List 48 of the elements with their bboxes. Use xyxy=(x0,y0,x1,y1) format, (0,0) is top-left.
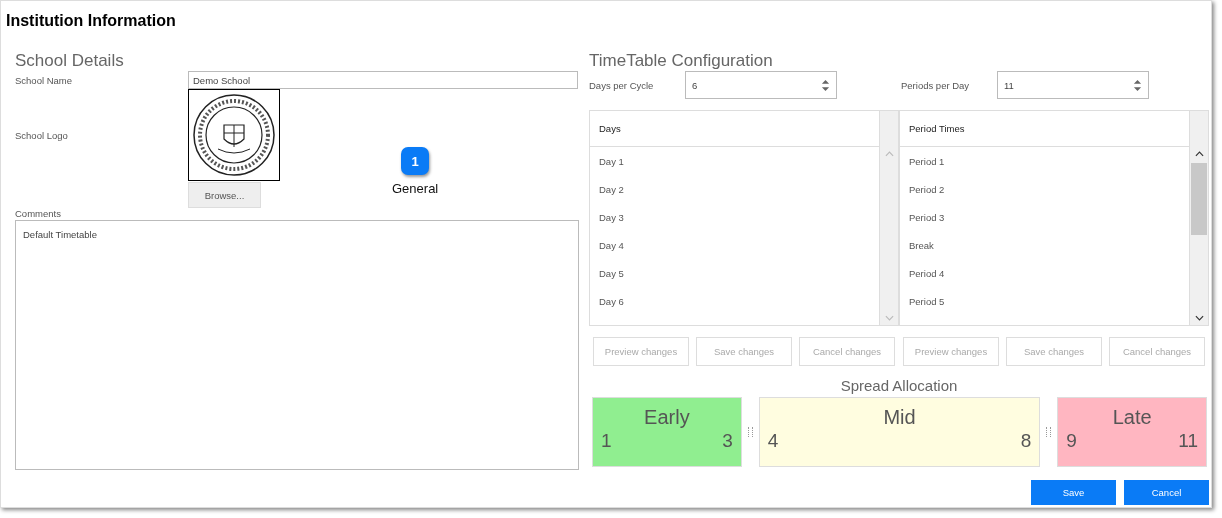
segment-end: 3 xyxy=(722,430,733,452)
spread-title: Spread Allocation xyxy=(839,377,959,394)
list-row[interactable]: Period 5 xyxy=(900,287,1189,315)
number-spinner[interactable]: 6 xyxy=(685,71,837,99)
section-heading: School Details xyxy=(15,51,125,71)
section-heading: TimeTable Configuration xyxy=(589,51,774,71)
field-label: School Logo xyxy=(15,130,69,141)
field-label: Days per Cycle xyxy=(589,79,655,91)
segment-label: Early xyxy=(643,406,691,429)
list-row[interactable]: Day 5 xyxy=(590,259,879,287)
comments-field[interactable]: Default Timetable xyxy=(15,220,579,470)
field-label: School Name xyxy=(15,74,74,86)
list-row[interactable]: Break xyxy=(900,231,1189,259)
list-row[interactable]: Day 3 xyxy=(590,203,879,231)
spinner-arrows-icon[interactable] xyxy=(1133,78,1142,92)
scroll-down-icon[interactable] xyxy=(1194,315,1204,321)
list-row[interactable]: Day 1 xyxy=(590,147,879,175)
segment-start: 4 xyxy=(767,430,779,452)
list-row[interactable]: Day 6 xyxy=(590,287,879,315)
list-row[interactable]: Period 1 xyxy=(900,147,1189,175)
list-row[interactable]: Day 2 xyxy=(590,175,879,203)
drag-handle-icon[interactable] xyxy=(1046,427,1052,437)
window-title: Institution Information xyxy=(5,11,177,30)
scrollbar[interactable] xyxy=(1190,111,1208,325)
segment-start: 9 xyxy=(1066,430,1077,452)
segment-end: 8 xyxy=(1020,430,1032,452)
column-header: Period Times xyxy=(900,111,1189,147)
segment-start: 1 xyxy=(601,430,612,452)
segment-end: 11 xyxy=(1178,430,1198,452)
spinner-arrows-icon[interactable] xyxy=(821,78,830,92)
dialog-button[interactable]: Save xyxy=(1031,480,1116,505)
scroll-up-icon[interactable] xyxy=(1194,151,1204,157)
browse-button[interactable]: Browse... xyxy=(188,182,261,208)
dialog-button[interactable]: Cancel xyxy=(1124,480,1209,505)
step-badge: 1 xyxy=(401,147,430,175)
list-row[interactable]: Day 4 xyxy=(590,231,879,259)
badge-label: General xyxy=(392,181,439,196)
list-row[interactable]: Period 2 xyxy=(900,175,1189,203)
column-header: Days xyxy=(590,111,879,147)
segment-label: Mid xyxy=(882,406,917,429)
field-label: Comments xyxy=(15,208,62,219)
school-name-field[interactable]: Demo School xyxy=(188,71,578,89)
segment-label: Late xyxy=(1111,406,1153,429)
number-spinner[interactable]: 11 xyxy=(997,71,1149,99)
list-row[interactable]: Period 4 xyxy=(900,259,1189,287)
drag-handle-icon[interactable] xyxy=(747,427,753,437)
field-label: Periods per Day xyxy=(901,79,971,91)
list-row[interactable]: Period 3 xyxy=(900,203,1189,231)
